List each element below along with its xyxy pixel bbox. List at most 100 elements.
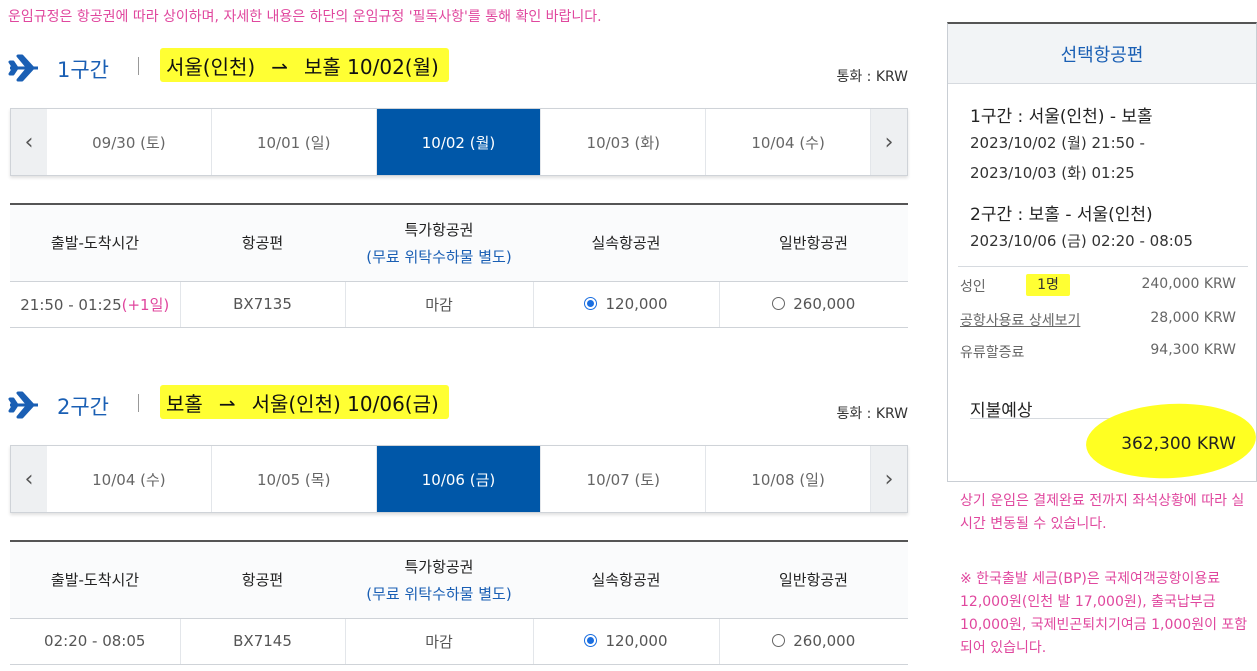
- prev-date-button[interactable]: ‹: [11, 109, 47, 175]
- route-to: 보홀: [303, 55, 341, 79]
- currency-label: 통화 : KRW: [836, 69, 908, 85]
- adult-fare: 240,000 KRW: [1141, 276, 1236, 292]
- summary-seg1-time2: 2023/10/03 (화) 01:25: [970, 164, 1135, 182]
- col-special-label: 특가항공권: [404, 557, 474, 576]
- table-header-row: 출발-도착시간 항공편 특가항공권 (무료 위탁수하물 별도) 실속항공권 일반항…: [10, 205, 908, 282]
- fuel-fee: 94,300 KRW: [1150, 342, 1236, 358]
- segment-label: 1구간: [57, 58, 110, 82]
- date-tab[interactable]: 10/03 (화): [541, 109, 707, 175]
- airport-fee: 28,000 KRW: [1150, 310, 1236, 326]
- flight-table: 출발-도착시간 항공편 특가항공권 (무료 위탁수하물 별도) 실속항공권 일반항…: [10, 203, 908, 328]
- normal-radio[interactable]: [772, 634, 786, 647]
- segment-1: 1구간 서울(인천) ⇀ 보홀 10/02(월) 통화 : KRW ‹ 09/30 …: [0, 48, 930, 333]
- adult-fare-row: 성인 1명 240,000 KRW: [960, 274, 1236, 296]
- summary-seg1-title: 1구간 : 서울(인천) - 보홀: [970, 107, 1153, 127]
- route-arrow-icon: ⇀: [218, 392, 236, 416]
- col-flight: 항공편: [180, 205, 345, 282]
- airplane-icon: [8, 391, 38, 419]
- flight-table: 출발-도착시간 항공편 특가항공권 (무료 위탁수하물 별도) 실속항공권 일반항…: [10, 540, 908, 665]
- col-saver: 실속항공권: [533, 542, 719, 619]
- fare-rule-notice: 운임규정은 항공권에 따라 상이하며, 자세한 내용은 하단의 운임규정 '필독…: [8, 9, 602, 25]
- table-row: 02:20 - 08:05 BX7145 마감 120,000 260,000: [10, 618, 908, 665]
- fuel-label: 유류할증료: [960, 345, 1025, 361]
- col-normal: 일반항공권: [719, 205, 908, 282]
- date-tab[interactable]: 10/04 (수): [706, 109, 871, 175]
- saver-price: 120,000: [605, 295, 668, 313]
- saver-fare-cell[interactable]: 120,000: [533, 618, 720, 665]
- col-normal: 일반항공권: [719, 542, 908, 619]
- tax-notice: ※ 한국출발 세금(BP)은 국제여객공항이용료 12,000원(인천 발 17…: [960, 571, 1248, 656]
- route-date: 10/06(금): [347, 392, 439, 416]
- col-flight: 항공편: [180, 542, 345, 619]
- col-special: 특가항공권 (무료 위탁수하물 별도): [345, 542, 533, 619]
- saver-price: 120,000: [605, 632, 668, 650]
- date-tab[interactable]: 09/30 (토): [47, 109, 212, 175]
- route-arrow-icon: ⇀: [271, 55, 288, 79]
- flight-number: BX7145: [180, 618, 346, 665]
- date-tab-selected[interactable]: 10/02 (월): [376, 109, 542, 175]
- route-from: 보홀: [166, 392, 203, 416]
- segment-header: 1구간 서울(인천) ⇀ 보홀 10/02(월) 통화 : KRW: [0, 48, 930, 88]
- date-tab[interactable]: 10/05 (목): [212, 446, 377, 512]
- date-tab[interactable]: 10/04 (수): [47, 446, 212, 512]
- divider: [138, 394, 139, 412]
- panel-title: 선택항공편: [948, 24, 1256, 84]
- date-tab[interactable]: 10/07 (토): [541, 446, 707, 512]
- normal-radio[interactable]: [772, 297, 786, 310]
- normal-price: 260,000: [793, 295, 856, 313]
- col-special-sub: (무료 위탁수하물 별도): [366, 584, 512, 603]
- col-special: 특가항공권 (무료 위탁수하물 별도): [345, 205, 533, 282]
- selected-flight-panel: 선택항공편 1구간 : 서울(인천) - 보홀 2023/10/02 (월) 2…: [947, 22, 1257, 483]
- saver-radio[interactable]: [584, 297, 598, 310]
- route-date: 10/02(월): [347, 55, 439, 79]
- special-status: 마감: [345, 281, 534, 328]
- date-selector: ‹ 10/04 (수) 10/05 (목) 10/06 (금) 10/07 (토…: [10, 445, 908, 513]
- flight-number: BX7135: [180, 281, 346, 328]
- total-amount: 362,300 KRW: [1121, 434, 1236, 454]
- airport-fee-detail-link[interactable]: 공항사용료 상세보기: [960, 313, 1080, 329]
- realtime-fare-notice: 상기 운임은 결제완료 전까지 좌석상황에 따라 실시간 변동될 수 있습니다.: [960, 493, 1245, 532]
- special-status: 마감: [345, 618, 534, 665]
- col-time: 출발-도착시간: [10, 542, 180, 619]
- normal-fare-cell[interactable]: 260,000: [719, 281, 908, 328]
- table-row: 21:50 - 01:25(+1일) BX7135 마감 120,000 260…: [10, 281, 908, 328]
- summary-seg2-title: 2구간 : 보홀 - 서울(인천): [970, 205, 1153, 225]
- col-time: 출발-도착시간: [10, 205, 180, 282]
- col-saver: 실속항공권: [533, 205, 719, 282]
- time-range: 21:50 - 01:25: [20, 295, 122, 314]
- saver-radio[interactable]: [584, 634, 598, 647]
- next-date-button[interactable]: ›: [870, 446, 907, 512]
- route-to: 서울(인천): [251, 392, 341, 416]
- next-date-button[interactable]: ›: [870, 109, 907, 175]
- table-header-row: 출발-도착시간 항공편 특가항공권 (무료 위탁수하물 별도) 실속항공권 일반항…: [10, 542, 908, 619]
- route-title: 보홀 ⇀ 서울(인천) 10/06(금): [160, 385, 449, 419]
- prev-date-button[interactable]: ‹: [11, 446, 47, 512]
- airplane-icon: [8, 54, 38, 82]
- adult-count: 1명: [1026, 274, 1070, 296]
- divider: [138, 57, 139, 75]
- col-special-sub: (무료 위탁수하물 별도): [366, 247, 512, 266]
- normal-price: 260,000: [793, 632, 856, 650]
- currency-label: 통화 : KRW: [836, 406, 908, 422]
- fare-breakdown: [958, 266, 1248, 267]
- saver-fare-cell[interactable]: 120,000: [533, 281, 720, 328]
- airport-fee-row: 공항사용료 상세보기 28,000 KRW: [960, 310, 1236, 330]
- date-tab[interactable]: 10/01 (일): [212, 109, 377, 175]
- next-day-badge: (+1일): [121, 295, 170, 314]
- segment-label: 2구간: [57, 395, 110, 419]
- summary-seg2-time: 2023/10/06 (금) 02:20 - 08:05: [970, 232, 1193, 250]
- normal-fare-cell[interactable]: 260,000: [719, 618, 908, 665]
- date-tab[interactable]: 10/08 (일): [706, 446, 871, 512]
- route-from: 서울(인천): [166, 55, 256, 79]
- segment-2: 2구간 보홀 ⇀ 서울(인천) 10/06(금) 통화 : KRW ‹ 10/04 …: [0, 385, 930, 671]
- summary-seg1-time1: 2023/10/02 (월) 21:50 -: [970, 134, 1145, 152]
- time-range: 02:20 - 08:05: [44, 632, 146, 650]
- date-tab-selected[interactable]: 10/06 (금): [376, 446, 542, 512]
- route-title: 서울(인천) ⇀ 보홀 10/02(월): [160, 48, 449, 82]
- fuel-fee-row: 유류할증료 94,300 KRW: [960, 342, 1236, 362]
- adult-label: 성인: [960, 279, 986, 295]
- segment-header: 2구간 보홀 ⇀ 서울(인천) 10/06(금) 통화 : KRW: [0, 385, 930, 425]
- date-selector: ‹ 09/30 (토) 10/01 (일) 10/02 (월) 10/03 (화…: [10, 108, 908, 176]
- flight-time: 02:20 - 08:05: [10, 618, 181, 665]
- flight-time: 21:50 - 01:25(+1일): [10, 281, 181, 328]
